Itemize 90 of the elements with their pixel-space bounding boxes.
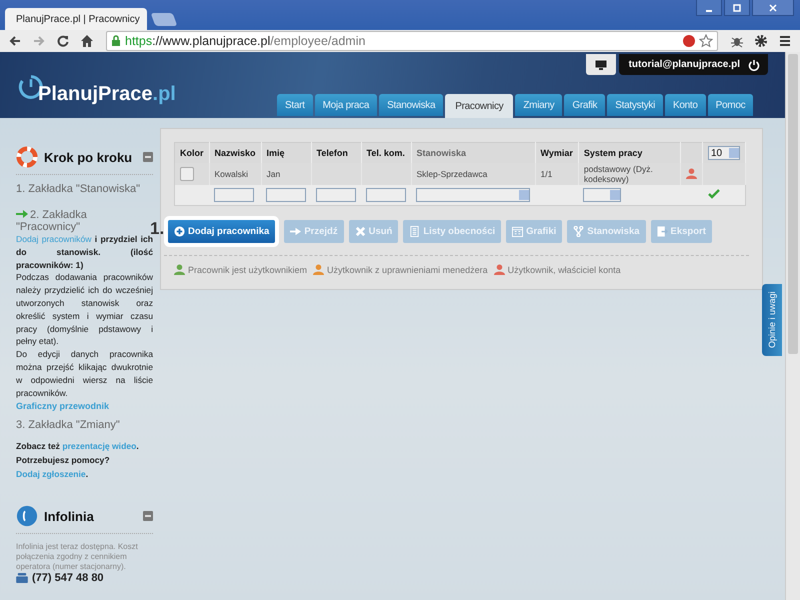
nav-tab[interactable]: Moja praca [314,94,378,116]
color-swatch[interactable] [180,167,194,181]
telephone-icon [16,573,28,584]
plus-icon [174,226,185,237]
maximize-button[interactable] [724,0,750,16]
column-header[interactable]: Telefon [311,142,362,163]
home-icon[interactable] [80,34,94,48]
branch-icon [573,226,584,237]
table-cell: podstawowy (Dyż. kodeksowy) [584,164,653,184]
input-field[interactable] [316,188,356,202]
menu-icon[interactable] [778,34,792,48]
maximize-icon [732,2,742,12]
legend-label: Pracownik jest użytkownikiem [188,264,308,274]
table-cell: 1/1 [540,168,552,178]
step-heading: 2. Zakładka "Pracownicy" [16,209,88,233]
lifebuoy-icon [16,146,38,168]
step-heading: 1. Zakładka "Stanowiska" [16,183,141,195]
step-text: Podczas dodawania pracowników należy przydzielić ich do wcześniej utworzonych stanowisk oraz określić system i wymiar czasu pracy (domyślnie pdstawowy i pełny etat). [16,271,153,348]
nav-tab[interactable]: Start [277,94,313,116]
panel-title: Krok po kroku [44,150,134,164]
nav-tab[interactable]: Statystyki [607,94,664,116]
minimize-button[interactable] [696,0,722,16]
input-field[interactable] [214,188,254,202]
hotline-text: Infolinia jest teraz dostępna. Koszt połączenia zgodny z cennikiem operatora (numer stacjonarny). [16,542,139,572]
nav-tab[interactable]: Pomoc [708,94,754,116]
nav-tab[interactable]: Zmiany [515,94,562,116]
nav-tab[interactable]: Grafik [564,94,606,116]
column-header[interactable]: Wymiar [535,142,578,163]
help-link[interactable]: Dodaj zgłoszenie [16,469,86,480]
collapse-button[interactable] [143,511,153,522]
column-header[interactable]: System pracy [578,142,680,163]
lock-icon [111,35,121,47]
legend-label: Użytkownik z uprawnieniami menedżera [327,264,488,274]
feedback-tab[interactable]: Opinie i uwagi [762,284,782,356]
panel-title: Infolinia [44,508,95,524]
nav-tab[interactable]: Konto [665,94,706,116]
legend-label: Użytkownik, właściciel konta [508,264,621,274]
tab-title: PlanujPrace.pl | Pracownicy [16,14,140,24]
close-button[interactable] [752,0,794,16]
nav-tab[interactable]: Stanowiska [379,94,444,116]
step-number: 1. [150,219,164,238]
nav-tab[interactable]: Pracownicy [445,94,514,118]
close-icon [768,2,778,12]
phone-number: (77) 547 48 80 [32,572,104,584]
input-field[interactable] [366,188,406,202]
table-cell: Kowalski [214,169,248,179]
document-icon [409,226,420,237]
delete-icon [354,226,366,237]
export-icon [656,226,668,237]
help-link[interactable]: prezentację wideo [62,441,136,452]
user-account-button[interactable]: tutorial@planujprace.pl [618,54,768,75]
settings-icon[interactable] [754,34,768,48]
collapse-button[interactable] [143,152,153,162]
dropdown[interactable] [583,188,622,202]
column-header[interactable]: Imię [261,142,312,163]
dropdown[interactable] [416,188,530,202]
minimize-icon [706,10,712,12]
table-cell: Sklep-Sprzedawca [416,169,488,179]
logo[interactable]: PlanujPrace.pl [18,74,176,106]
monitor-icon [594,60,607,70]
reload-icon[interactable] [56,34,70,48]
checkmark-icon[interactable] [708,189,720,199]
step-description: Dodaj pracowników i przydziel ich do stanowisk. (ilość pracowników: 1) [16,234,153,272]
column-header[interactable]: Kolor [174,142,209,163]
help-text: Zobacz też prezentację wideo. [16,440,140,454]
forward-icon[interactable] [32,34,46,48]
address-bar[interactable]: https://www.planujprace.pl/employee/admin [106,31,718,51]
arrow-icon [290,226,302,237]
guide-link[interactable]: Graficzny przewodnik [16,401,153,412]
page-size-select[interactable]: 10 [708,146,740,160]
column-header[interactable]: Stanowiska [411,142,536,163]
power-icon [748,58,760,70]
phone-icon [16,505,38,528]
browser-tab[interactable]: PlanujPrace.pl | Pracownicy [5,8,147,30]
help-text: Potrzebujesz pomocy? Dodaj zgłoszenie. [16,454,111,482]
input-field[interactable] [266,188,306,202]
column-header[interactable]: Nazwisko [209,142,262,163]
column-header[interactable]: Tel. kom. [361,142,412,163]
scrollbar[interactable] [785,52,800,600]
screen-button[interactable] [586,54,616,75]
table-cell: Jan [266,169,280,179]
arrow-icon [16,210,28,218]
action-button[interactable]: Dodaj pracownika [168,220,276,243]
add-employees-link[interactable]: Dodaj pracowników [16,234,92,244]
star-icon[interactable] [699,34,713,48]
step-heading: 3. Zakładka "Zmiany" [16,419,121,432]
step-text: Do edycji danych pracownika można przejść klikając dwukrotnie w odpowiedni wiersz na liście pracowników. [16,348,153,400]
back-icon[interactable] [8,34,22,48]
new-tab-button[interactable] [150,13,178,26]
calendar-icon [512,226,524,237]
